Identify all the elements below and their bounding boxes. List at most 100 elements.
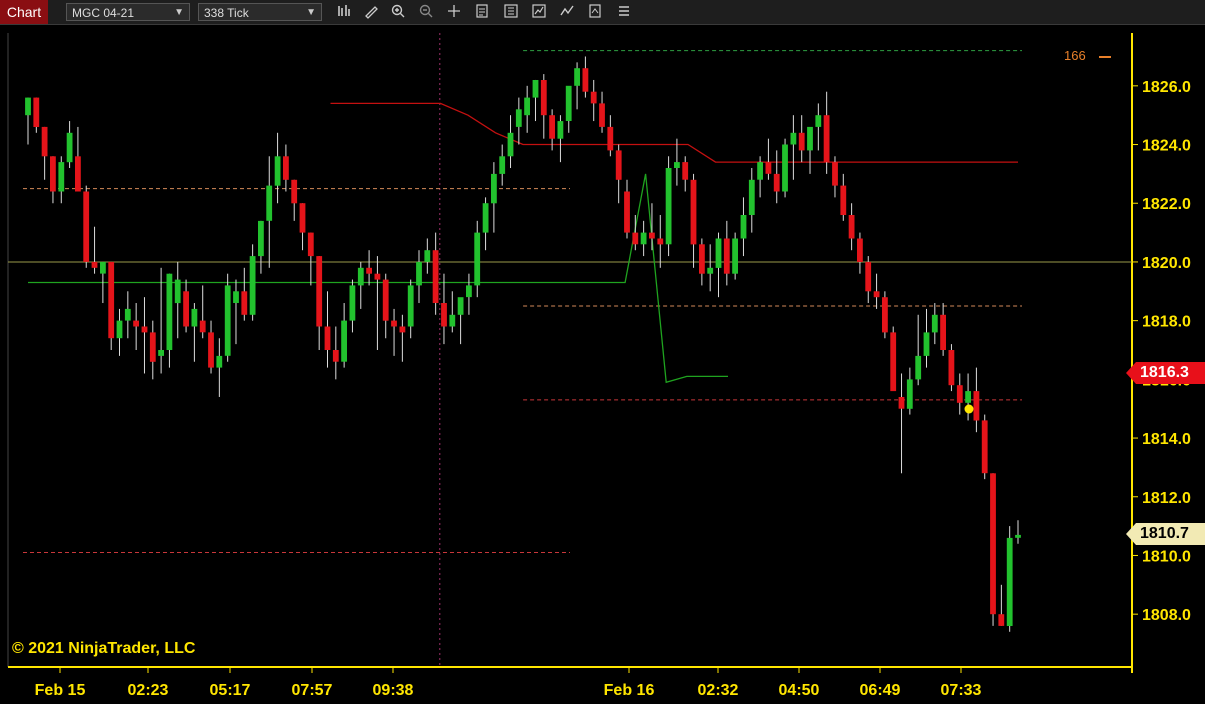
- candle-body: [183, 291, 189, 327]
- chevron-down-icon: ▼: [306, 7, 316, 18]
- candle-body: [141, 326, 148, 333]
- candle-body: [882, 297, 888, 333]
- x-tick-label: 05:17: [210, 682, 251, 699]
- crosshair-icon[interactable]: [445, 3, 463, 21]
- candle-body: [224, 285, 231, 356]
- chart-toolbar: Chart MGC 04-21 ▼ 338 Tick ▼: [0, 0, 1205, 25]
- interval-selector[interactable]: 338 Tick ▼: [198, 3, 322, 21]
- candle-body: [682, 162, 689, 180]
- candle-body: [382, 279, 389, 321]
- candle-body: [66, 132, 73, 163]
- candle-body: [457, 297, 464, 315]
- x-tick-label: 07:33: [941, 682, 982, 699]
- candle-body: [507, 132, 514, 157]
- draw-pencil-icon[interactable]: [362, 3, 380, 21]
- candle-body: [166, 273, 173, 350]
- candle-body: [565, 85, 572, 121]
- candle-body: [341, 320, 347, 362]
- candle-body: [116, 320, 123, 339]
- candle-body: [632, 232, 639, 245]
- candle-body: [524, 97, 530, 116]
- indicators-icon[interactable]: [558, 3, 576, 21]
- candle-body: [374, 273, 381, 280]
- candle-body: [807, 126, 813, 151]
- candle-body: [491, 173, 497, 204]
- candle-body: [100, 261, 106, 274]
- candle-body: [241, 291, 248, 315]
- candle-body: [990, 473, 996, 615]
- candle-body: [723, 238, 730, 274]
- menu-icon[interactable]: [615, 3, 633, 21]
- candle-body: [158, 350, 164, 356]
- candle-body: [690, 179, 697, 245]
- candle-body: [823, 115, 830, 163]
- properties-icon[interactable]: [502, 3, 520, 21]
- strategies-icon[interactable]: [530, 3, 548, 21]
- y-tick-label: 1814.0: [1142, 431, 1191, 448]
- candle-body: [33, 97, 40, 127]
- y-tick-label: 1812.0: [1142, 490, 1191, 507]
- candle-body: [782, 144, 788, 192]
- candle-body: [765, 162, 772, 174]
- trade-marker-dot: [964, 404, 974, 414]
- candle-body: [466, 285, 472, 298]
- candle-body: [108, 261, 115, 339]
- x-tick-label: 02:23: [128, 682, 169, 699]
- data-box-icon[interactable]: [473, 3, 491, 21]
- candle-body: [657, 238, 664, 245]
- candle-body: [732, 238, 738, 274]
- y-tick-label: 1820.0: [1142, 255, 1191, 272]
- candle-body: [515, 109, 522, 127]
- candle-body: [873, 291, 880, 298]
- candle-body: [91, 261, 98, 268]
- candle-body: [349, 285, 356, 321]
- candle-body: [50, 156, 56, 192]
- candle-body: [58, 162, 65, 192]
- candle-body: [366, 267, 372, 274]
- candle-body: [898, 397, 905, 409]
- candle-body: [283, 156, 289, 180]
- candle-body: [607, 126, 614, 151]
- candle-body: [707, 267, 714, 274]
- candle-body: [324, 326, 331, 350]
- cursor-price-badge: 1810.7: [1126, 523, 1205, 545]
- candle-body: [474, 232, 481, 286]
- candle-body: [133, 320, 139, 327]
- y-tick-label: 1824.0: [1142, 138, 1191, 155]
- candle-body: [557, 121, 564, 139]
- candle-body: [532, 80, 539, 98]
- candle-body: [615, 150, 622, 180]
- candle-body: [174, 279, 181, 304]
- bar-type-icon[interactable]: [335, 3, 353, 21]
- candle-body: [599, 103, 605, 127]
- candle-body: [41, 126, 48, 157]
- interval-value: 338 Tick: [204, 6, 249, 20]
- candle-body: [948, 350, 955, 386]
- candle-body: [216, 355, 223, 368]
- candle-body: [25, 97, 31, 116]
- zoom-in-icon[interactable]: [389, 3, 407, 21]
- candle-body: [832, 162, 838, 186]
- candle-body: [249, 256, 256, 315]
- candle-body: [399, 326, 406, 333]
- y-tick-label: 1826.0: [1142, 79, 1191, 96]
- zoom-out-icon[interactable]: [417, 3, 435, 21]
- candle-body: [407, 285, 414, 327]
- candle-body: [940, 314, 946, 350]
- candle-body: [208, 332, 214, 368]
- candle-body: [965, 391, 971, 403]
- x-tick-label: 09:38: [373, 682, 414, 699]
- last-price-badge: 1816.3: [1126, 362, 1205, 384]
- candle-body: [840, 185, 847, 215]
- x-tick-label: Feb 15: [35, 682, 86, 699]
- candle-body: [1015, 534, 1021, 538]
- templates-icon[interactable]: [586, 3, 604, 21]
- instrument-selector[interactable]: MGC 04-21 ▼: [66, 3, 190, 21]
- price-chart[interactable]: 1826.01824.01822.01820.01818.01816.01814…: [0, 25, 1205, 699]
- candle-body: [915, 355, 922, 380]
- chart-panel[interactable]: 1826.01824.01822.01820.01818.01816.01814…: [0, 25, 1205, 699]
- candle-body: [674, 162, 680, 168]
- candle-body: [981, 420, 988, 474]
- candle-body: [740, 215, 747, 239]
- chart-tab[interactable]: Chart: [0, 0, 48, 24]
